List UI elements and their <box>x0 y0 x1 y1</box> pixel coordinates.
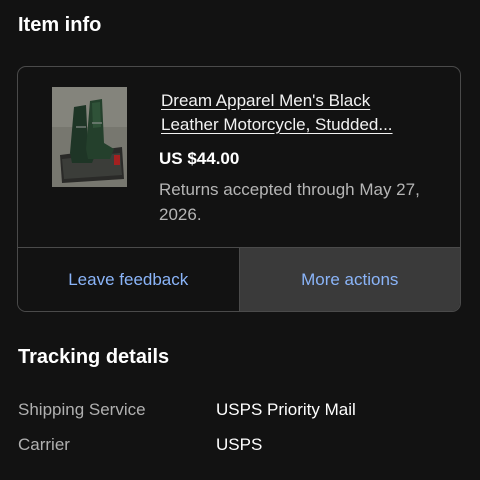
carrier-label: Carrier <box>18 435 70 454</box>
shipping-service-label: Shipping Service <box>18 400 146 419</box>
item-title-line-1[interactable]: Dream Apparel Men's Black <box>161 89 441 113</box>
tracking-details-heading: Tracking details <box>18 346 170 368</box>
item-title-link[interactable]: Dream Apparel Men's Black Leather Motorc… <box>161 89 441 137</box>
returns-policy-text: Returns accepted through May 27, 2026. <box>159 180 420 224</box>
carrier-value: USPS <box>216 435 263 454</box>
item-card: Dream Apparel Men's Black Leather Motorc… <box>17 66 461 312</box>
leave-feedback-button[interactable]: Leave feedback <box>18 248 240 311</box>
shipping-service-value: USPS Priority Mail <box>216 400 356 419</box>
item-title-line-2[interactable]: Leather Motorcycle, Studded... <box>161 113 441 137</box>
boots-product-photo-icon <box>52 87 127 187</box>
more-actions-button[interactable]: More actions <box>239 248 460 311</box>
item-info-heading: Item info <box>18 14 102 36</box>
item-thumbnail[interactable] <box>52 87 127 187</box>
item-price: US $44.00 <box>159 149 240 168</box>
item-actions-bar: Leave feedback More actions <box>18 247 460 311</box>
